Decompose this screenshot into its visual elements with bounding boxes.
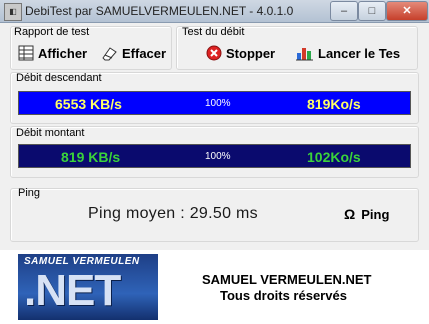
upload-label: Débit montant [16,127,85,139]
afficher-button[interactable]: Afficher [18,41,87,65]
download-label: Débit descendant [16,72,102,84]
chart-bars-icon [296,48,313,61]
test-label: Test du débit [182,26,245,38]
download-speed-kbs: 6553 KB/s [55,96,122,112]
report-grid-icon [18,45,34,61]
stopper-label: Stopper [226,45,276,61]
maximize-button[interactable]: □ [358,1,386,21]
lancer-button[interactable]: Lancer le Tes [296,41,400,65]
logo-main-text: .NET [24,266,121,315]
ping-result: Ping moyen : 29.50 ms [88,205,258,222]
app-icon: ◧ [4,3,22,21]
afficher-label: Afficher [38,45,88,61]
minimize-button[interactable]: – [330,1,358,21]
copyright-rights: Tous droits réservés [220,288,347,303]
title-bar[interactable]: ◧ DebiTest par SAMUELVERMEULEN.NET - 4.0… [0,0,429,23]
download-speed-kos: 819Ko/s [307,96,361,112]
upload-progress-bar: 819 KB/s 100% 102Ko/s [18,144,411,168]
effacer-label: Effacer [122,45,167,61]
rapport-label: Rapport de test [14,26,90,38]
footer: SAMUEL VERMEULEN .NET SAMUEL VERMEULEN.N… [0,250,429,324]
upload-speed-kos: 102Ko/s [307,149,361,165]
download-progress-bar: 6553 KB/s 100% 819Ko/s [18,91,411,115]
stop-icon [206,45,222,61]
close-button[interactable]: ✕ [386,1,428,21]
omega-icon: Ω [344,206,356,222]
window-title: DebiTest par SAMUELVERMEULEN.NET - 4.0.1… [25,4,294,18]
eraser-icon [102,47,117,61]
copyright-site: SAMUEL VERMEULEN.NET [202,272,372,287]
stopper-button[interactable]: Stopper [206,41,275,65]
effacer-button[interactable]: Effacer [100,41,166,65]
upload-speed-kbs: 819 KB/s [61,149,121,165]
upload-percent: 100% [205,151,231,162]
lancer-label: Lancer le Tes [318,45,401,61]
ping-label: Ping [18,187,41,199]
ping-button-label: Ping [361,206,390,222]
ping-button[interactable]: Ω Ping [344,202,389,226]
samuel-vermeulen-logo: SAMUEL VERMEULEN .NET [18,254,158,320]
download-percent: 100% [205,98,231,109]
